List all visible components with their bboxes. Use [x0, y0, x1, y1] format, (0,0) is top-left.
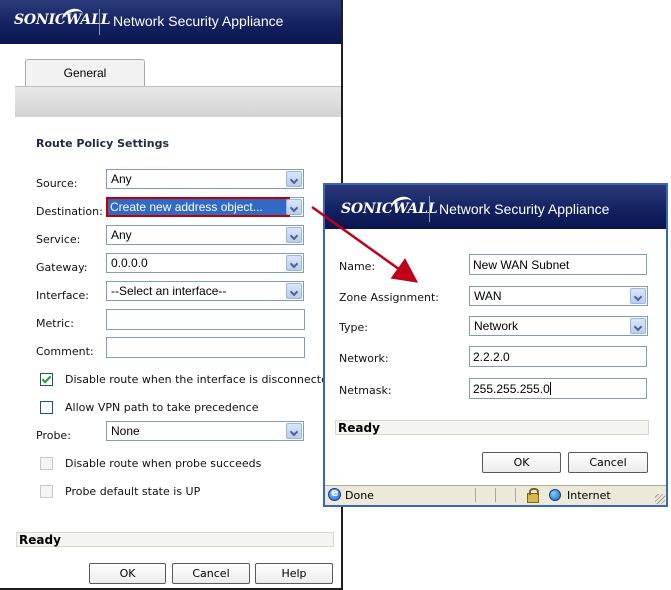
name-value: New WAN Subnet [473, 258, 570, 272]
ok-button[interactable]: OK [89, 563, 166, 584]
allow-vpn-label: Allow VPN path to take precedence [65, 401, 259, 414]
popup-status-bar: Ready [335, 420, 649, 435]
metric-label: Metric: [36, 317, 74, 330]
banner-divider [99, 9, 100, 35]
chevron-down-icon[interactable] [630, 318, 646, 334]
disable-route-label: Disable route when the interface is disc… [65, 373, 335, 386]
probe-select[interactable]: None [106, 421, 304, 441]
destination-label: Destination: [36, 205, 103, 218]
status-divider [495, 488, 496, 502]
gateway-select[interactable]: 0.0.0.0 [106, 253, 304, 273]
gateway-label: Gateway: [36, 261, 88, 274]
service-select[interactable]: Any [106, 225, 304, 245]
ie-page-icon [328, 486, 341, 501]
network-label: Network: [339, 352, 389, 365]
status-divider [475, 488, 476, 502]
status-divider [515, 488, 516, 502]
interface-select[interactable]: --Select an interface-- [106, 281, 304, 301]
gateway-value: 0.0.0.0 [111, 256, 148, 270]
app-title: Network Security Appliance [113, 13, 284, 29]
address-object-window: SONICWALL Network Security Appliance Nam… [323, 183, 668, 507]
chevron-down-icon[interactable] [286, 283, 302, 299]
destination-value: Create new address object... [110, 200, 263, 214]
name-label: Name: [339, 260, 376, 273]
netmask-label: Netmask: [339, 384, 392, 397]
sonicwall-logo: SONICWALL [341, 201, 438, 217]
text-caret [549, 382, 551, 395]
browser-status-bar: Done Internet [325, 485, 666, 505]
metric-input[interactable] [106, 309, 305, 330]
type-select[interactable]: Network [469, 316, 648, 336]
help-button[interactable]: Help [255, 563, 333, 584]
destination-select[interactable]: Create new address object... [106, 197, 304, 217]
app-banner: SONICWALL Network Security Appliance [0, 0, 341, 44]
tab-strip: General [0, 44, 341, 86]
tab-content-header [15, 86, 341, 117]
allow-vpn-checkbox[interactable] [40, 401, 53, 414]
netmask-input[interactable]: 255.255.255.0 [469, 378, 647, 399]
zone-select[interactable]: WAN [469, 286, 648, 306]
service-value: Any [111, 228, 132, 242]
type-value: Network [474, 319, 519, 333]
disable-probe-checkbox[interactable] [40, 457, 53, 470]
browser-status-text: Done [345, 489, 374, 502]
network-input[interactable]: 2.2.2.0 [469, 346, 647, 367]
netmask-value: 255.255.255.0 [473, 382, 551, 396]
popup-title: Network Security Appliance [439, 201, 610, 217]
service-label: Service: [36, 233, 81, 246]
zone-label: Zone Assignment: [339, 291, 439, 304]
chevron-down-icon[interactable] [286, 227, 302, 243]
netmask-text: 255.255.255.0 [473, 382, 550, 396]
tab-general[interactable]: General [25, 59, 145, 86]
probe-default-checkbox[interactable] [40, 485, 53, 498]
interface-value: --Select an interface-- [111, 284, 227, 298]
probe-label: Probe: [36, 429, 71, 442]
route-policy-window: SONICWALL Network Security Appliance Gen… [0, 0, 343, 590]
chevron-down-icon[interactable] [286, 199, 302, 215]
name-input[interactable]: New WAN Subnet [469, 254, 647, 275]
chevron-down-icon[interactable] [286, 423, 302, 439]
cancel-button[interactable]: Cancel [172, 563, 250, 584]
network-value: 2.2.2.0 [473, 350, 510, 364]
popup-ok-button[interactable]: OK [482, 452, 561, 473]
disable-route-checkbox[interactable] [40, 373, 53, 386]
chevron-down-icon[interactable] [286, 255, 302, 271]
probe-default-label: Probe default state is UP [65, 485, 201, 498]
popup-banner: SONICWALL Network Security Appliance [325, 185, 666, 229]
resize-grip-icon[interactable] [655, 494, 665, 504]
disable-probe-label: Disable route when probe succeeds [65, 457, 262, 470]
comment-label: Comment: [36, 345, 94, 358]
status-bar: Ready [16, 532, 334, 547]
lock-icon [527, 488, 539, 503]
popup-cancel-button[interactable]: Cancel [568, 452, 648, 473]
chevron-down-icon[interactable] [286, 171, 302, 187]
internet-zone-icon [549, 489, 561, 501]
section-title: Route Policy Settings [36, 137, 170, 150]
source-value: Any [111, 172, 132, 186]
zone-text: Internet [567, 489, 611, 502]
type-label: Type: [339, 321, 368, 334]
source-select[interactable]: Any [106, 169, 304, 189]
banner-divider [429, 196, 430, 222]
zone-value: WAN [474, 289, 502, 303]
probe-value: None [111, 424, 140, 438]
comment-input[interactable] [106, 337, 305, 358]
interface-label: Interface: [36, 289, 89, 302]
chevron-down-icon[interactable] [630, 288, 646, 304]
source-label: Source: [36, 177, 78, 190]
